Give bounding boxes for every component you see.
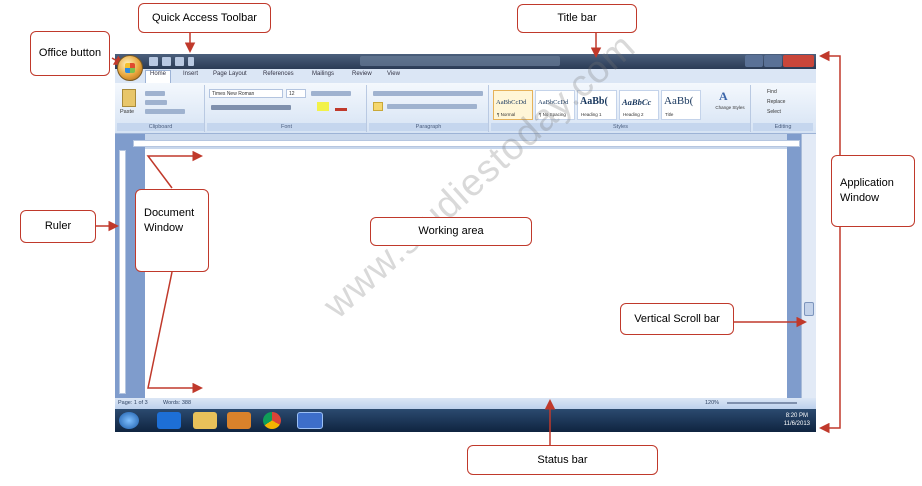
ribbon: Paste Clipboard Times New Roman 12 Font … bbox=[115, 83, 816, 134]
redo-icon[interactable] bbox=[175, 57, 184, 66]
tab-insert[interactable]: Insert bbox=[183, 71, 198, 77]
font-color-icon[interactable] bbox=[335, 102, 347, 111]
start-button-icon[interactable] bbox=[119, 412, 139, 429]
document-page[interactable] bbox=[145, 149, 787, 398]
paste-label[interactable]: Paste bbox=[120, 109, 134, 115]
font-group-label: Font bbox=[207, 123, 366, 131]
label-status-bar: Status bar bbox=[467, 445, 658, 475]
tab-review[interactable]: Review bbox=[352, 71, 372, 77]
label-office-button: Office button bbox=[30, 31, 110, 76]
system-clock[interactable]: 8:20 PM 11/6/2013 bbox=[784, 412, 810, 428]
ribbon-tabs: Home Insert Page Layout References Maili… bbox=[115, 69, 816, 83]
maximize-button[interactable] bbox=[764, 55, 782, 67]
title-bar bbox=[115, 54, 816, 69]
style-title[interactable]: AaBb(Title bbox=[661, 90, 701, 120]
office-button[interactable] bbox=[117, 55, 143, 81]
replace-button[interactable]: Replace bbox=[767, 99, 785, 105]
style-heading-2[interactable]: AaBbCc Heading 2 bbox=[619, 90, 659, 120]
clock-date: 11/6/2013 bbox=[783, 421, 810, 427]
scroll-thumb[interactable] bbox=[804, 302, 814, 316]
style-heading-1[interactable]: AaBb(Heading 1 bbox=[577, 90, 617, 120]
editing-group-label: Editing bbox=[753, 123, 813, 131]
styles-group-label: Styles bbox=[491, 123, 750, 131]
label-title-bar: Title bar bbox=[517, 4, 637, 33]
vertical-ruler[interactable] bbox=[119, 150, 126, 394]
change-styles-label[interactable]: Change Styles bbox=[715, 105, 745, 111]
select-button[interactable]: Select bbox=[767, 109, 781, 115]
word-count[interactable]: Words: 388 bbox=[163, 400, 191, 406]
close-button[interactable] bbox=[783, 55, 814, 67]
save-icon[interactable] bbox=[149, 57, 158, 66]
font-name-select[interactable]: Times New Roman bbox=[209, 89, 283, 98]
clipboard-group: Paste Clipboard bbox=[117, 85, 205, 132]
label-application-window: Application Window bbox=[831, 155, 915, 227]
document-background-right bbox=[787, 134, 801, 398]
font-group: Times New Roman 12 Font bbox=[207, 85, 367, 132]
find-button[interactable]: Find bbox=[767, 89, 777, 95]
font-size-select[interactable]: 12 bbox=[286, 89, 306, 98]
tab-home[interactable]: Home bbox=[145, 70, 172, 83]
undo-icon[interactable] bbox=[162, 57, 171, 66]
status-bar: Page: 1 of 3 Words: 388 120% bbox=[115, 398, 816, 409]
label-quick-access-toolbar: Quick Access Toolbar bbox=[138, 3, 271, 33]
label-working-area: Working area bbox=[370, 217, 532, 246]
tab-page-layout[interactable]: Page Layout bbox=[213, 71, 247, 77]
arrow-app-window-bottom bbox=[819, 226, 841, 434]
page-count[interactable]: Page: 1 of 3 bbox=[118, 400, 148, 406]
file-explorer-icon[interactable] bbox=[193, 412, 217, 429]
label-ruler: Ruler bbox=[20, 210, 96, 243]
highlight-icon[interactable] bbox=[317, 102, 329, 111]
change-styles-icon[interactable]: A bbox=[719, 89, 737, 103]
windows-taskbar: 8:20 PM 11/6/2013 bbox=[115, 409, 816, 432]
media-player-icon[interactable] bbox=[227, 412, 251, 429]
word-taskbar-icon[interactable] bbox=[297, 412, 323, 429]
clock-time: 8:20 PM bbox=[785, 413, 809, 419]
style-no-spacing[interactable]: AaBbCcDd ¶ No Spacing bbox=[535, 90, 575, 120]
chrome-icon[interactable] bbox=[263, 412, 281, 429]
zoom-slider[interactable] bbox=[727, 402, 797, 404]
vertical-scroll-bar[interactable] bbox=[801, 134, 816, 398]
tab-references[interactable]: References bbox=[263, 71, 294, 77]
customize-qat-icon[interactable] bbox=[188, 57, 194, 66]
styles-group: AaBbCcDd ¶ Normal AaBbCcDd ¶ No Spacing Aa… bbox=[491, 85, 751, 132]
tab-view[interactable]: View bbox=[387, 71, 400, 77]
paste-icon[interactable] bbox=[122, 89, 136, 107]
tab-mailings[interactable]: Mailings bbox=[312, 71, 334, 77]
clipboard-group-label: Clipboard bbox=[117, 123, 204, 131]
internet-explorer-icon[interactable] bbox=[157, 412, 181, 429]
office-logo-icon bbox=[125, 63, 135, 73]
align-left-icon[interactable] bbox=[373, 102, 383, 111]
window-title bbox=[360, 56, 560, 66]
label-vertical-scroll-bar: Vertical Scroll bar bbox=[620, 303, 734, 335]
label-document-window: Document Window bbox=[135, 189, 209, 272]
editing-group: Find Replace Select Editing bbox=[753, 85, 813, 132]
paragraph-group: Paragraph bbox=[369, 85, 489, 132]
arrow-app-window-top bbox=[819, 50, 841, 156]
horizontal-ruler[interactable] bbox=[133, 140, 800, 147]
style-normal[interactable]: AaBbCcDd ¶ Normal bbox=[493, 90, 533, 120]
zoom-level[interactable]: 120% bbox=[705, 400, 719, 406]
minimize-button[interactable] bbox=[745, 55, 763, 67]
paragraph-group-label: Paragraph bbox=[369, 123, 488, 131]
